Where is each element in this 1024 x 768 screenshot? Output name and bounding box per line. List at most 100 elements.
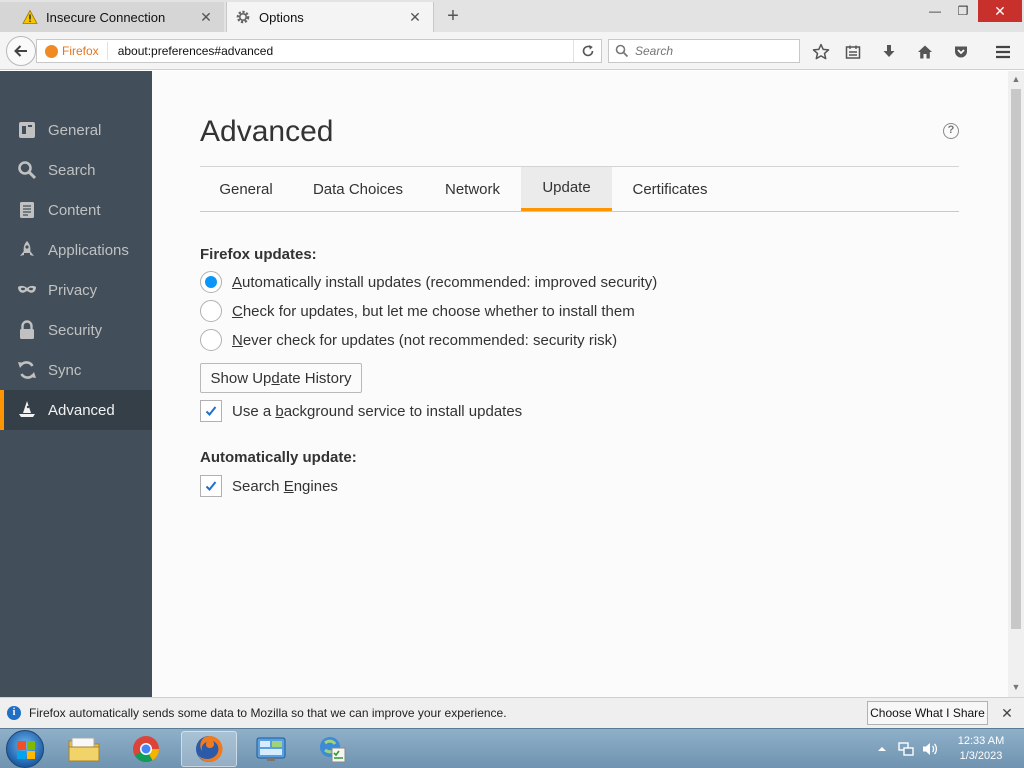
url-text[interactable]: about:preferences#advanced <box>108 44 573 58</box>
bookmark-star-icon[interactable] <box>810 41 832 63</box>
minimize-window-button[interactable]: — <box>922 0 948 22</box>
firefox-taskbar-button[interactable] <box>181 731 237 767</box>
tab-update[interactable]: Update <box>521 167 612 211</box>
navigation-toolbar: Firefox about:preferences#advanced <box>0 32 1024 70</box>
file-explorer-taskbar-button[interactable] <box>56 731 112 767</box>
help-icon[interactable]: ? <box>943 123 959 139</box>
radio-button[interactable] <box>200 329 222 351</box>
search-icon <box>16 159 38 181</box>
sidebar-item-label: General <box>48 121 102 139</box>
control-panel-taskbar-button[interactable] <box>243 731 299 767</box>
radio-label: Check for updates, but let me choose whe… <box>232 302 635 320</box>
back-arrow-icon <box>14 45 27 57</box>
advanced-wizard-hat-icon <box>16 399 38 421</box>
tab-strip: Insecure Connection ✕ Options ✕ + — ❐ ✕ <box>0 0 1024 32</box>
auto-update-heading: Automatically update: <box>200 449 357 466</box>
radio-check-choose[interactable]: Check for updates, but let me choose whe… <box>200 299 635 323</box>
checkbox[interactable] <box>200 400 222 422</box>
pocket-icon[interactable] <box>950 41 972 63</box>
clock-date: 1/3/2023 <box>959 750 1003 762</box>
search-bar[interactable] <box>608 39 800 63</box>
checkmark-icon <box>205 481 217 491</box>
sidebar-item-label: Sync <box>48 361 82 379</box>
preferences-pane: Advanced ? General Data Choices Network … <box>152 71 1008 697</box>
tab-insecure-connection[interactable]: Insecure Connection ✕ <box>0 2 224 32</box>
new-tab-button[interactable]: + <box>444 6 462 26</box>
checkbox-search-engines[interactable]: Search Engines <box>200 474 338 498</box>
search-input[interactable] <box>635 44 785 58</box>
chrome-icon <box>133 736 160 763</box>
content-icon <box>16 199 38 221</box>
advanced-tabs: General Data Choices Network Update Cert… <box>200 167 959 212</box>
bookmarks-menu-icon[interactable] <box>842 41 864 63</box>
maximize-window-button[interactable]: ❐ <box>950 0 976 22</box>
close-window-button[interactable]: ✕ <box>978 0 1022 22</box>
volume-icon[interactable] <box>921 740 939 758</box>
radio-label: Never check for updates (not recommended… <box>232 331 618 349</box>
close-tab-icon[interactable]: ✕ <box>407 9 423 25</box>
sidebar-item-privacy[interactable]: Privacy <box>0 270 152 310</box>
control-panel-icon <box>256 737 286 761</box>
identity-box[interactable]: Firefox <box>39 42 108 60</box>
checkbox-label: Search Engines <box>232 477 338 495</box>
checkbox-label: Use a background service to install upda… <box>232 402 523 420</box>
scroll-thumb[interactable] <box>1011 89 1021 629</box>
info-icon: i <box>7 706 21 720</box>
sidebar-item-label: Search <box>48 161 96 179</box>
scroll-down-arrow-icon[interactable]: ▼ <box>1008 679 1024 695</box>
sidebar-item-search[interactable]: Search <box>0 150 152 190</box>
chrome-taskbar-button[interactable] <box>118 731 174 767</box>
warning-icon <box>22 9 38 25</box>
back-button[interactable] <box>6 36 36 66</box>
close-notification-icon[interactable]: ✕ <box>998 704 1016 722</box>
tab-title: Insecure Connection <box>46 9 166 25</box>
tab-data-choices[interactable]: Data Choices <box>292 167 424 211</box>
sidebar-item-sync[interactable]: Sync <box>0 350 152 390</box>
choose-what-i-share-button[interactable]: Choose What I Share <box>867 701 988 725</box>
radio-button[interactable] <box>200 271 222 293</box>
sidebar-item-label: Advanced <box>48 401 115 419</box>
security-lock-icon <box>16 319 38 341</box>
vertical-scrollbar[interactable]: ▲ ▼ <box>1008 71 1024 697</box>
url-bar[interactable]: Firefox about:preferences#advanced <box>36 39 602 63</box>
tab-certificates[interactable]: Certificates <box>612 167 728 211</box>
sidebar-item-advanced[interactable]: Advanced <box>0 390 152 430</box>
sidebar-item-applications[interactable]: Applications <box>0 230 152 270</box>
sidebar-item-general[interactable]: General <box>0 110 152 150</box>
applications-icon <box>16 239 38 261</box>
hamburger-menu-icon[interactable] <box>992 41 1014 63</box>
tab-network[interactable]: Network <box>424 167 521 211</box>
scroll-up-arrow-icon[interactable]: ▲ <box>1008 71 1024 87</box>
data-reporting-notification: i Firefox automatically sends some data … <box>0 697 1024 728</box>
clock-time: 12:33 AM <box>957 735 1005 747</box>
sync-icon <box>16 359 38 381</box>
radio-auto-install[interactable]: Automatically install updates (recommend… <box>200 270 657 294</box>
reload-icon[interactable] <box>573 40 601 62</box>
radio-button[interactable] <box>200 300 222 322</box>
firefox-icon <box>196 735 223 762</box>
show-update-history-button[interactable]: Show Up d ate History <box>200 363 362 393</box>
identity-label: Firefox <box>62 44 99 58</box>
home-icon[interactable] <box>914 41 936 63</box>
folder-icon <box>68 737 100 762</box>
close-tab-icon[interactable]: ✕ <box>198 9 214 25</box>
system-clock[interactable]: 12:33 AM 1/3/2023 <box>944 734 1018 764</box>
sidebar-item-label: Content <box>48 201 101 219</box>
start-button[interactable] <box>6 730 44 768</box>
windows-update-taskbar-button[interactable] <box>304 731 360 767</box>
show-hidden-icons-icon[interactable] <box>877 744 887 754</box>
radio-never-check[interactable]: Never check for updates (not recommended… <box>200 328 617 352</box>
firefox-updates-heading: Firefox updates: <box>200 246 317 263</box>
checkbox[interactable] <box>200 475 222 497</box>
checkbox-background-service[interactable]: Use a background service to install upda… <box>200 399 522 423</box>
network-icon[interactable] <box>897 740 915 758</box>
tab-options[interactable]: Options ✕ <box>226 2 434 32</box>
tab-general[interactable]: General <box>200 167 292 211</box>
system-tray: 12:33 AM 1/3/2023 <box>872 729 1024 768</box>
gear-icon <box>235 9 251 25</box>
sidebar-item-security[interactable]: Security <box>0 310 152 350</box>
downloads-icon[interactable] <box>878 41 900 63</box>
sidebar-item-content[interactable]: Content <box>0 190 152 230</box>
sidebar-item-label: Privacy <box>48 281 98 299</box>
windows-update-icon <box>320 737 346 763</box>
